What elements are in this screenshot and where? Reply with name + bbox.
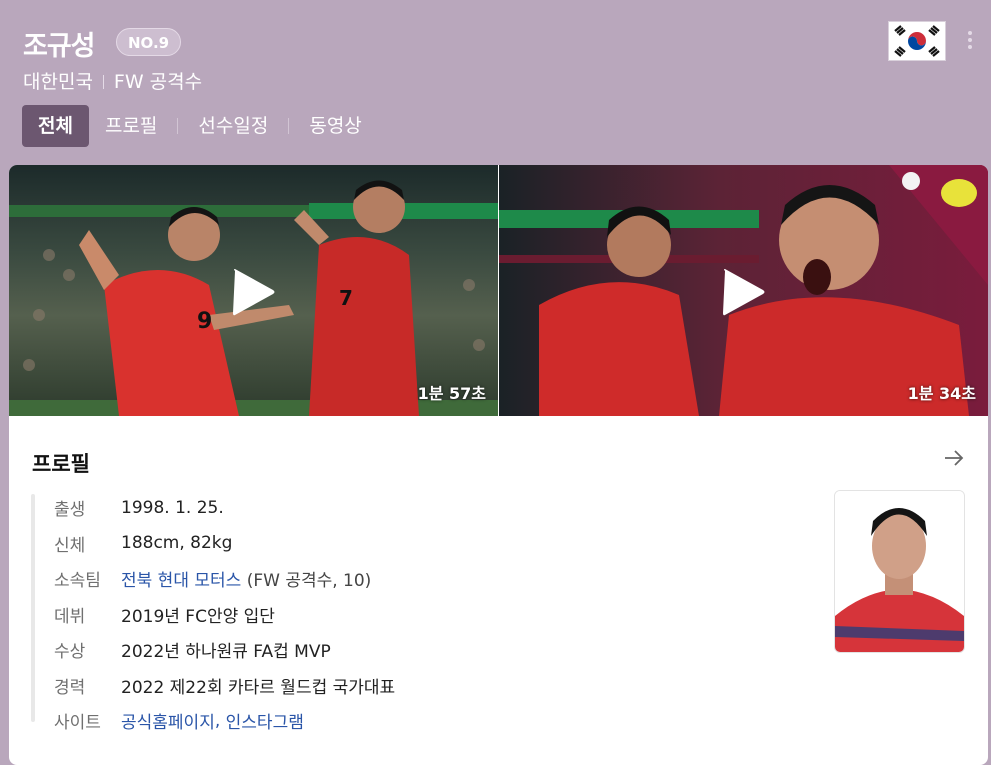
link-separator: , [214, 710, 226, 731]
play-icon [229, 267, 277, 317]
video-duration: 1분 57초 [417, 384, 486, 403]
position: FW 공격수 [113, 71, 203, 93]
profile-row-team: 소속팀 전북 현대 모터스 (FW 공격수, 10) [54, 561, 395, 597]
content-card: 9 7 1분 57초 1분 34초 프로필 출생 1998. 1. 25. 신체… [9, 165, 988, 765]
subtitle-divider [102, 75, 104, 89]
profile-row-body: 신체 188cm, 82kg [54, 526, 395, 562]
profile-info-list: 출생 1998. 1. 25. 신체 188cm, 82kg 소속팀 전북 현대… [54, 490, 395, 739]
player-header: 조규성 NO.9 대한민국 FW 공격수 전체 프로필 선수일정 동영상 [0, 0, 991, 165]
row-label: 데뷔 [54, 606, 86, 627]
nationality: 대한민국 [23, 71, 93, 93]
tab-schedule[interactable]: 선수일정 [182, 105, 284, 147]
row-label: 출생 [54, 500, 86, 521]
official-site-link[interactable]: 공식홈페이지 [121, 708, 215, 733]
instagram-link[interactable]: 인스타그램 [226, 708, 304, 733]
number-badge: NO.9 [116, 28, 182, 56]
tab-divider [177, 118, 179, 134]
row-label: 신체 [54, 535, 86, 556]
svg-text:9: 9 [197, 309, 212, 334]
profile-title[interactable]: 프로필 [32, 448, 90, 478]
row-value: 2022년 하나원큐 FA컵 MVP [121, 642, 331, 663]
tab-divider [288, 118, 290, 134]
row-value: 188cm, 82kg [121, 533, 233, 554]
row-label: 경력 [54, 677, 86, 698]
profile-row-awards: 수상 2022년 하나원큐 FA컵 MVP [54, 632, 395, 668]
tab-all[interactable]: 전체 [22, 105, 89, 147]
tab-bar: 전체 프로필 선수일정 동영상 [22, 105, 378, 147]
player-subtitle: 대한민국 FW 공격수 [23, 67, 202, 94]
profile-row-birth: 출생 1998. 1. 25. [54, 490, 395, 526]
svg-text:7: 7 [339, 286, 353, 310]
profile-accent-bar [31, 494, 35, 722]
arrow-right-icon[interactable] [943, 447, 965, 469]
row-label: 사이트 [54, 713, 101, 734]
row-value: 2019년 FC안양 입단 [121, 606, 275, 627]
tab-videos[interactable]: 동영상 [293, 105, 377, 147]
team-link[interactable]: 전북 현대 모터스 [121, 566, 241, 591]
south-korea-flag-icon [888, 21, 946, 61]
video-thumbnail-1[interactable]: 9 7 1분 57초 [9, 165, 498, 416]
row-value: 1998. 1. 25. [121, 497, 224, 518]
row-label: 소속팀 [54, 571, 101, 592]
more-vertical-icon[interactable] [962, 29, 978, 53]
video-duration: 1분 34초 [907, 384, 976, 403]
profile-row-career: 경력 2022 제22회 카타르 월드컵 국가대표 [54, 668, 395, 704]
player-photo[interactable] [834, 490, 965, 653]
video-thumbnail-2[interactable]: 1분 34초 [499, 165, 988, 416]
row-label: 수상 [54, 642, 86, 663]
row-value: 2022 제22회 카타르 월드컵 국가대표 [121, 677, 396, 698]
team-note: (FW 공격수, 10) [246, 571, 372, 592]
video-strip: 9 7 1분 57초 1분 34초 [9, 165, 988, 416]
play-icon [719, 267, 767, 317]
tab-profile[interactable]: 프로필 [89, 105, 173, 147]
profile-row-site: 사이트 공식홈페이지, 인스타그램 [54, 703, 395, 739]
profile-row-debut: 데뷔 2019년 FC안양 입단 [54, 597, 395, 633]
player-name: 조규성 [23, 31, 96, 62]
